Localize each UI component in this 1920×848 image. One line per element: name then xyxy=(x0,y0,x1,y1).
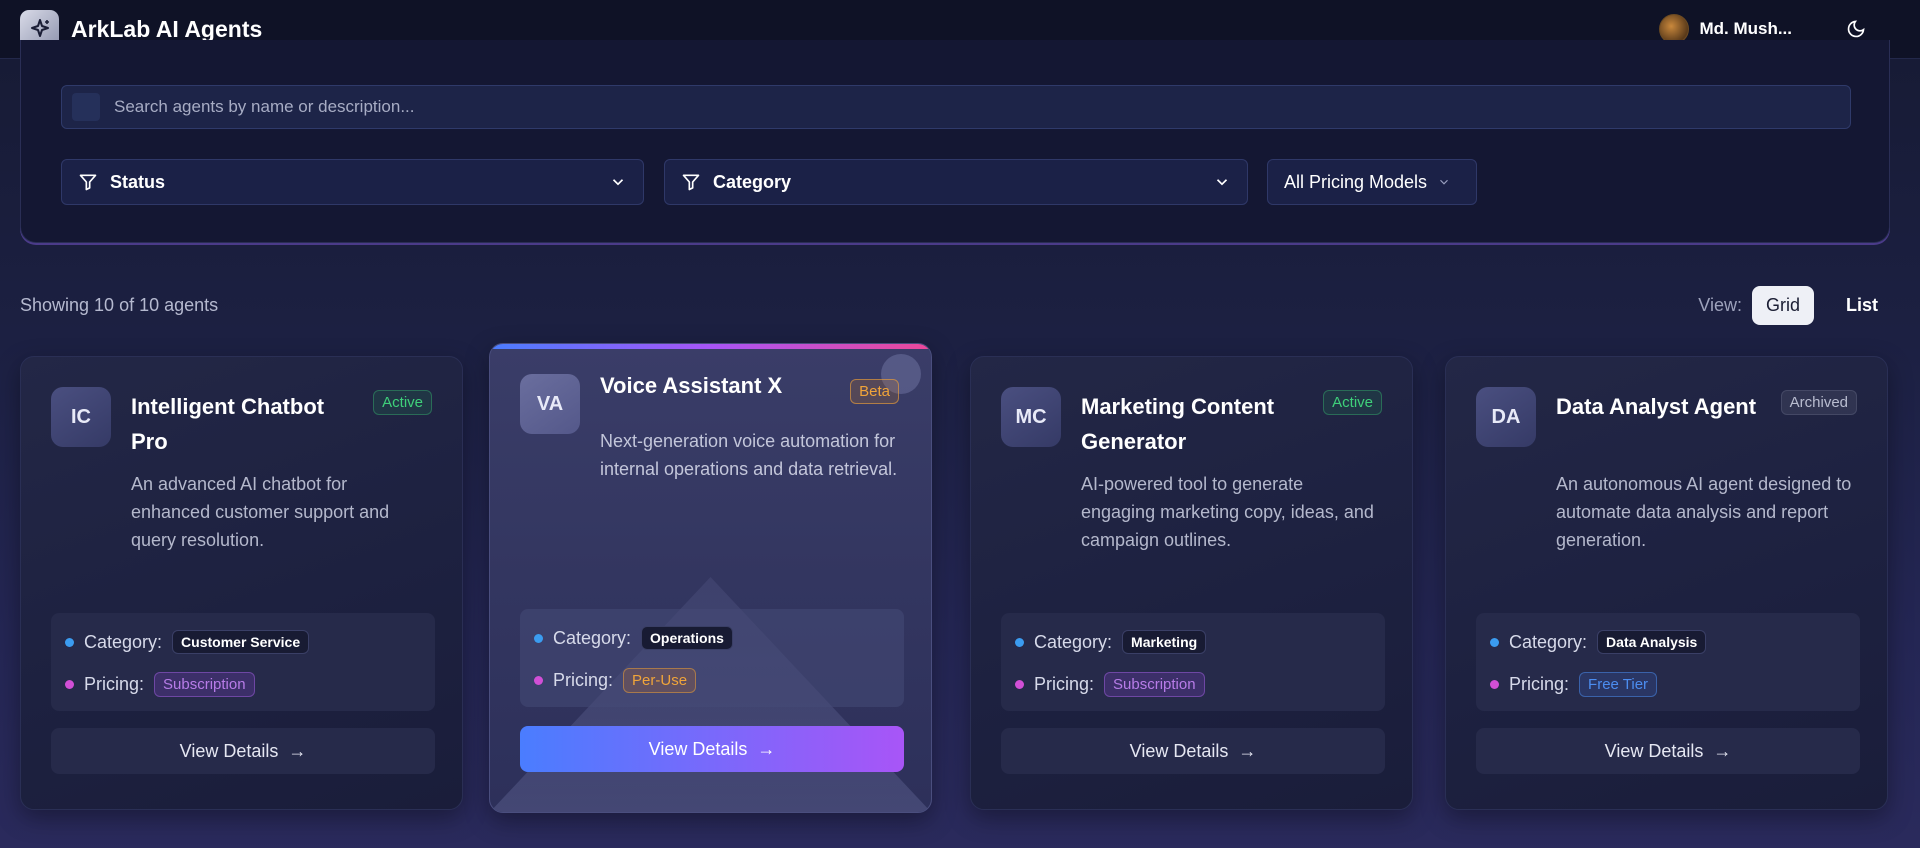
pricing-chip: Per-Use xyxy=(623,667,697,693)
pricing-dot-icon xyxy=(534,675,543,685)
agent-description: Next-generation voice automation for int… xyxy=(600,431,898,479)
category-dot-icon xyxy=(1490,637,1499,647)
pricing-chip: Subscription xyxy=(1104,671,1205,697)
search-icon xyxy=(72,93,100,121)
search-input[interactable] xyxy=(114,97,1814,117)
view-details-button[interactable]: View Details → xyxy=(520,726,904,772)
agent-name: Data Analyst Agent xyxy=(1556,394,1757,419)
pricing-row: Pricing: Subscription xyxy=(65,669,421,699)
chevron-down-icon xyxy=(1440,179,1448,185)
view-switch: View: Grid List xyxy=(1698,285,1892,325)
arrow-right-icon: → xyxy=(288,740,307,761)
pricing-filter-label: All Pricing Models xyxy=(1284,171,1428,192)
agent-meta: Category: Operations Pricing: Per-Use xyxy=(520,609,904,707)
moon-icon xyxy=(1847,20,1865,38)
view-details-label: View Details xyxy=(179,740,279,761)
agent-card[interactable]: VA Voice Assistant X Beta Next-generatio… xyxy=(489,343,932,813)
agent-description: An autonomous AI agent designed to autom… xyxy=(1556,474,1852,550)
category-label: Category: xyxy=(84,631,163,652)
arrow-right-icon: → xyxy=(757,738,776,759)
agent-card[interactable]: MC Marketing Content Generator Active AI… xyxy=(970,356,1413,810)
agent-description: AI-powered tool to generate engaging mar… xyxy=(1081,474,1374,550)
view-details-button[interactable]: View Details → xyxy=(1001,728,1385,774)
category-filter-label: Category xyxy=(713,171,792,192)
list-view-button[interactable]: List xyxy=(1832,286,1892,325)
results-bar: Showing 10 of 10 agents View: Grid List xyxy=(20,285,1892,325)
category-chip: Data Analysis xyxy=(1597,630,1707,654)
pricing-label: Pricing: xyxy=(1034,673,1095,694)
filter-icon xyxy=(682,174,700,191)
agent-meta: Category: Data Analysis Pricing: Free Ti… xyxy=(1476,613,1860,711)
status-badge: Beta xyxy=(850,379,899,404)
filter-panel: Status Category All Pricing Models xyxy=(20,40,1890,243)
status-filter-label: Status xyxy=(110,171,166,192)
pricing-dot-icon xyxy=(65,679,74,689)
category-row: Category: Operations xyxy=(534,623,890,653)
pricing-chip: Free Tier xyxy=(1579,671,1658,697)
brand-title: ArkLab AI Agents xyxy=(71,15,263,42)
pricing-chip: Subscription xyxy=(154,671,255,697)
agent-name: Voice Assistant X xyxy=(600,373,783,398)
user-name: Md. Mush... xyxy=(1699,19,1792,38)
pricing-label: Pricing: xyxy=(1509,673,1570,694)
filter-icon xyxy=(79,174,97,191)
status-badge: Archived xyxy=(1780,390,1857,415)
agent-avatar: IC xyxy=(51,387,111,447)
agent-meta: Category: Customer Service Pricing: Subs… xyxy=(51,613,435,711)
category-dot-icon xyxy=(534,633,543,643)
category-label: Category: xyxy=(1509,631,1588,652)
pricing-row: Pricing: Free Tier xyxy=(1490,669,1846,699)
view-label: View: xyxy=(1698,294,1742,315)
pricing-label: Pricing: xyxy=(84,673,145,694)
pricing-dot-icon xyxy=(1490,679,1499,689)
arrow-right-icon: → xyxy=(1238,740,1257,761)
category-chip: Customer Service xyxy=(172,630,310,654)
search-bar[interactable] xyxy=(61,85,1851,129)
pricing-dot-icon xyxy=(1015,679,1024,689)
pricing-row: Pricing: Per-Use xyxy=(534,665,890,695)
category-dot-icon xyxy=(65,637,74,647)
view-details-label: View Details xyxy=(648,738,748,759)
agent-card[interactable]: DA Data Analyst Agent Archived An autono… xyxy=(1445,356,1888,810)
status-badge: Active xyxy=(373,390,432,415)
agent-name: Intelligent Chatbot Pro xyxy=(131,394,325,454)
category-chip: Operations xyxy=(641,626,733,650)
agent-avatar: MC xyxy=(1001,387,1061,447)
card-accent-bar xyxy=(490,344,931,349)
category-row: Category: Data Analysis xyxy=(1490,627,1846,657)
pricing-filter-select[interactable]: All Pricing Models xyxy=(1267,159,1477,205)
agent-description: An advanced AI chatbot for enhanced cust… xyxy=(131,474,390,550)
status-filter-select[interactable]: Status xyxy=(61,159,644,205)
category-chip: Marketing xyxy=(1122,630,1207,654)
view-details-button[interactable]: View Details → xyxy=(51,728,435,774)
arrow-right-icon: → xyxy=(1713,740,1732,761)
agent-name: Marketing Content Generator xyxy=(1081,394,1275,454)
status-badge: Active xyxy=(1323,390,1382,415)
agent-meta: Category: Marketing Pricing: Subscriptio… xyxy=(1001,613,1385,711)
agent-avatar: VA xyxy=(520,374,580,434)
category-dot-icon xyxy=(1015,637,1024,647)
agent-avatar: DA xyxy=(1476,387,1536,447)
category-row: Category: Marketing xyxy=(1015,627,1371,657)
category-label: Category: xyxy=(1034,631,1113,652)
chevron-down-icon xyxy=(612,179,624,186)
view-details-button[interactable]: View Details → xyxy=(1476,728,1860,774)
category-label: Category: xyxy=(553,627,632,648)
chevron-down-icon xyxy=(1216,179,1228,186)
pricing-label: Pricing: xyxy=(553,669,614,690)
theme-toggle-button[interactable] xyxy=(1842,15,1870,43)
category-filter-select[interactable]: Category xyxy=(664,159,1248,205)
grid-view-button[interactable]: Grid xyxy=(1751,285,1814,325)
results-count: Showing 10 of 10 agents xyxy=(20,294,219,315)
pricing-row: Pricing: Subscription xyxy=(1015,669,1371,699)
view-details-label: View Details xyxy=(1604,740,1704,761)
category-row: Category: Customer Service xyxy=(65,627,421,657)
view-details-label: View Details xyxy=(1129,740,1229,761)
agent-card[interactable]: IC Intelligent Chatbot Pro Active An adv… xyxy=(20,356,463,810)
